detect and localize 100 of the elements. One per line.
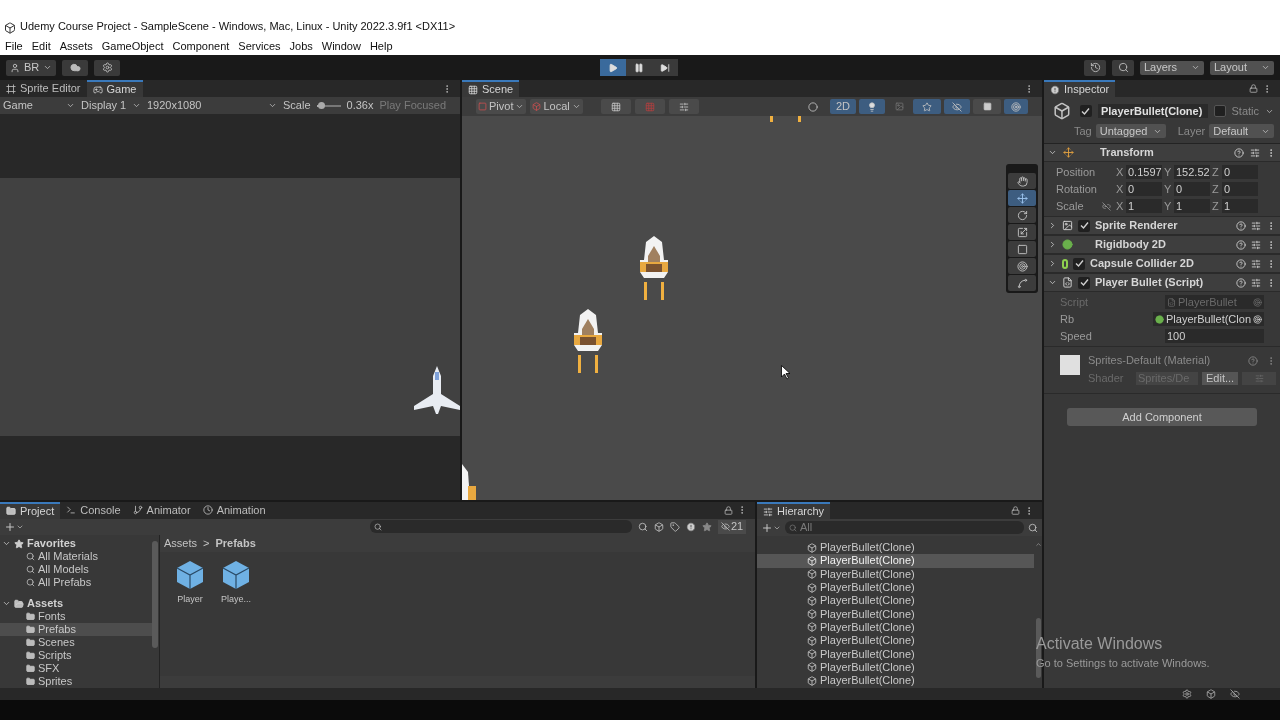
tool-button[interactable]: [1008, 207, 1036, 223]
static-checkbox[interactable]: [1213, 105, 1226, 117]
layout-dropdown[interactable]: Layout: [1210, 60, 1274, 75]
visibility-button[interactable]: [944, 99, 970, 114]
account-button[interactable]: BR: [6, 59, 57, 76]
tool-button[interactable]: [1008, 173, 1036, 189]
play-button[interactable]: [600, 59, 626, 76]
hierarchy-item[interactable]: PlayerBullet(Clone): [757, 607, 1034, 621]
panel-tab[interactable]: Hierarchy: [757, 502, 831, 519]
name-field[interactable]: PlayerBullet(Clone): [1097, 104, 1208, 118]
mode-2d-button[interactable]: 2D: [830, 99, 856, 114]
component-header[interactable]: Rigidbody 2D: [1044, 235, 1280, 254]
cloud-button[interactable]: [62, 59, 89, 76]
panel-tab[interactable]: Scene: [462, 80, 520, 97]
local-dropdown[interactable]: Local: [530, 99, 583, 114]
lock-icon[interactable]: [1011, 506, 1020, 515]
hierarchy-item[interactable]: PlayerBullet(Clone): [757, 673, 1034, 688]
gear-icon[interactable]: [1182, 689, 1192, 699]
object-field[interactable]: 100: [1165, 329, 1264, 343]
star-icon[interactable]: [702, 521, 712, 532]
layer-dropdown[interactable]: Default: [1209, 124, 1274, 138]
hidden-eye-icon[interactable]: [1230, 689, 1240, 699]
enabled-checkbox[interactable]: [1078, 219, 1090, 232]
create-button[interactable]: [761, 521, 781, 534]
menu-item[interactable]: Window: [321, 37, 361, 55]
search-button[interactable]: [1112, 59, 1134, 76]
scrollbar[interactable]: [152, 541, 158, 648]
tag-dropdown[interactable]: Untagged: [1095, 124, 1166, 138]
menu-item[interactable]: Component: [172, 37, 230, 55]
lock-icon[interactable]: [724, 505, 733, 515]
enabled-checkbox[interactable]: [1073, 257, 1085, 270]
menu-item[interactable]: File: [5, 37, 23, 55]
hierarchy-item[interactable]: PlayerBullet(Clone): [757, 620, 1034, 635]
menu-item[interactable]: Assets: [59, 37, 93, 55]
display-dropdown[interactable]: Display 1: [81, 100, 141, 111]
menu-item[interactable]: GameObject: [101, 37, 164, 55]
breadcrumb-item[interactable]: Assets: [164, 538, 197, 549]
menu-item[interactable]: Edit: [31, 37, 51, 55]
component-header[interactable]: Sprite Renderer: [1044, 216, 1280, 235]
number-field[interactable]: 0: [1174, 182, 1210, 196]
grid-snap-button[interactable]: [600, 99, 631, 114]
scroll-up-icon[interactable]: [1034, 541, 1042, 548]
component-header[interactable]: Player Bullet (Script): [1044, 273, 1280, 292]
tool-button[interactable]: [1008, 258, 1036, 274]
number-field[interactable]: 1: [1126, 199, 1162, 213]
hierarchy-item[interactable]: PlayerBullet(Clone): [757, 647, 1034, 661]
prefab-file[interactable]: Player: [172, 560, 208, 676]
warning-icon[interactable]: [686, 521, 696, 532]
tree-item[interactable]: Assets: [0, 597, 152, 610]
number-field[interactable]: 152.52: [1174, 165, 1210, 179]
hierarchy-item[interactable]: PlayerBullet(Clone): [757, 660, 1034, 674]
tree-item[interactable]: Sprites: [0, 675, 152, 688]
settings-button[interactable]: [94, 59, 121, 76]
tree-item[interactable]: SFX: [0, 662, 152, 675]
panel-tab[interactable]: Project: [0, 502, 61, 519]
panel-tab[interactable]: Inspector: [1044, 80, 1116, 97]
number-field[interactable]: 1: [1174, 199, 1210, 213]
tree-item[interactable]: All Materials: [0, 550, 152, 563]
tool-button[interactable]: [1008, 241, 1036, 257]
breadcrumb-item[interactable]: Prefabs: [215, 538, 256, 549]
effects-button[interactable]: [913, 99, 941, 114]
active-checkbox[interactable]: [1079, 105, 1092, 117]
create-button[interactable]: [4, 520, 24, 533]
tree-item[interactable]: All Models: [0, 563, 152, 576]
cube-icon[interactable]: [1206, 689, 1216, 699]
number-field[interactable]: 0: [1126, 182, 1162, 196]
edit-button[interactable]: Edit...: [1202, 372, 1239, 385]
number-field[interactable]: 1: [1222, 199, 1258, 213]
prefab-file[interactable]: Playe...: [218, 560, 254, 676]
panel-tab[interactable]: Animator: [126, 502, 197, 519]
pause-button[interactable]: [626, 59, 652, 76]
resolution-dropdown[interactable]: 1920x1080: [147, 100, 277, 111]
hidden-count-button[interactable]: 21: [718, 519, 747, 534]
search-by-type-icon[interactable]: [638, 521, 648, 532]
tree-item[interactable]: Fonts: [0, 610, 152, 623]
panel-tab[interactable]: Game: [86, 80, 143, 97]
history-button[interactable]: [1084, 59, 1106, 76]
number-field[interactable]: 0: [1222, 165, 1258, 179]
scene-search-icon[interactable]: [1028, 522, 1038, 533]
panel-tab[interactable]: Sprite Editor: [0, 80, 87, 97]
tree-item[interactable]: All Prefabs: [0, 576, 152, 589]
scale-slider[interactable]: [316, 101, 341, 110]
enabled-checkbox[interactable]: [1078, 276, 1090, 289]
camera-button[interactable]: [973, 99, 1001, 114]
tool-button[interactable]: [1008, 224, 1036, 240]
increment-button[interactable]: [668, 99, 699, 114]
add-component-button[interactable]: Add Component: [1067, 408, 1257, 426]
step-button[interactable]: [652, 59, 678, 76]
hierarchy-item[interactable]: PlayerBullet(Clone): [757, 567, 1034, 581]
layers-dropdown[interactable]: Layers: [1140, 60, 1204, 75]
tree-item[interactable]: Favorites: [0, 537, 152, 550]
hierarchy-item[interactable]: PlayerBullet(Clone): [757, 594, 1034, 608]
panel-tab[interactable]: Animation: [196, 502, 272, 519]
hierarchy-item[interactable]: PlayerBullet(Clone): [757, 634, 1034, 648]
hierarchy-item[interactable]: PlayerBullet(Clone): [757, 554, 1034, 568]
panel-tab[interactable]: Console: [60, 502, 127, 519]
number-field[interactable]: 0.1597: [1126, 165, 1162, 179]
component-header[interactable]: Capsule Collider 2D: [1044, 254, 1280, 273]
type-filter-icon[interactable]: [654, 521, 664, 532]
search-field[interactable]: [370, 520, 632, 534]
